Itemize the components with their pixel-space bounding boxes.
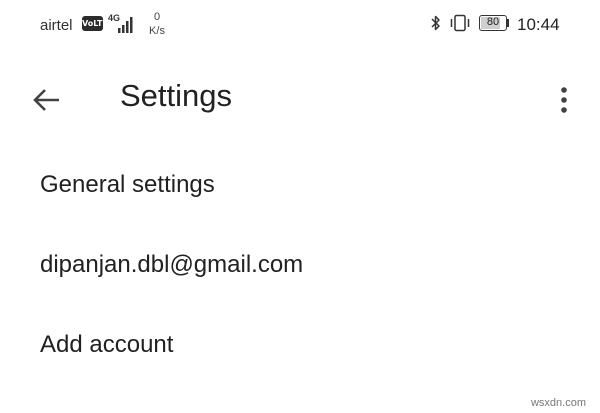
volte-badge: VoLTE — [82, 16, 108, 31]
page-title: Settings — [120, 78, 233, 113]
network-speed-value: 0 — [153, 11, 161, 23]
signal-strength-icon — [118, 17, 133, 33]
network-speed: 0 K/s — [143, 10, 171, 38]
battery-indicator: 80 — [479, 15, 507, 31]
general-settings-item[interactable]: General settings — [0, 145, 600, 225]
watermark: wsxdn.com — [530, 397, 586, 409]
carrier-name: airtel — [40, 17, 73, 34]
battery-level: 80 — [486, 16, 500, 28]
more-vert-icon — [561, 87, 567, 113]
vibrate-icon — [450, 14, 470, 32]
status-bar: airtel VoLTE 4G 0 K/s 80 10:44 — [0, 0, 600, 48]
clock: 10:44 — [517, 15, 560, 34]
more-options-button[interactable] — [550, 78, 578, 122]
arrow-back-icon — [33, 89, 59, 111]
app-bar: Settings — [0, 60, 600, 140]
bluetooth-icon — [431, 15, 440, 31]
battery-tip — [507, 19, 509, 27]
settings-list: General settings dipanjan.dbl@gmail.com … — [0, 145, 600, 385]
network-speed-unit: K/s — [149, 25, 165, 37]
account-item[interactable]: dipanjan.dbl@gmail.com — [0, 225, 600, 305]
back-button[interactable] — [26, 80, 66, 120]
add-account-item[interactable]: Add account — [0, 305, 600, 385]
